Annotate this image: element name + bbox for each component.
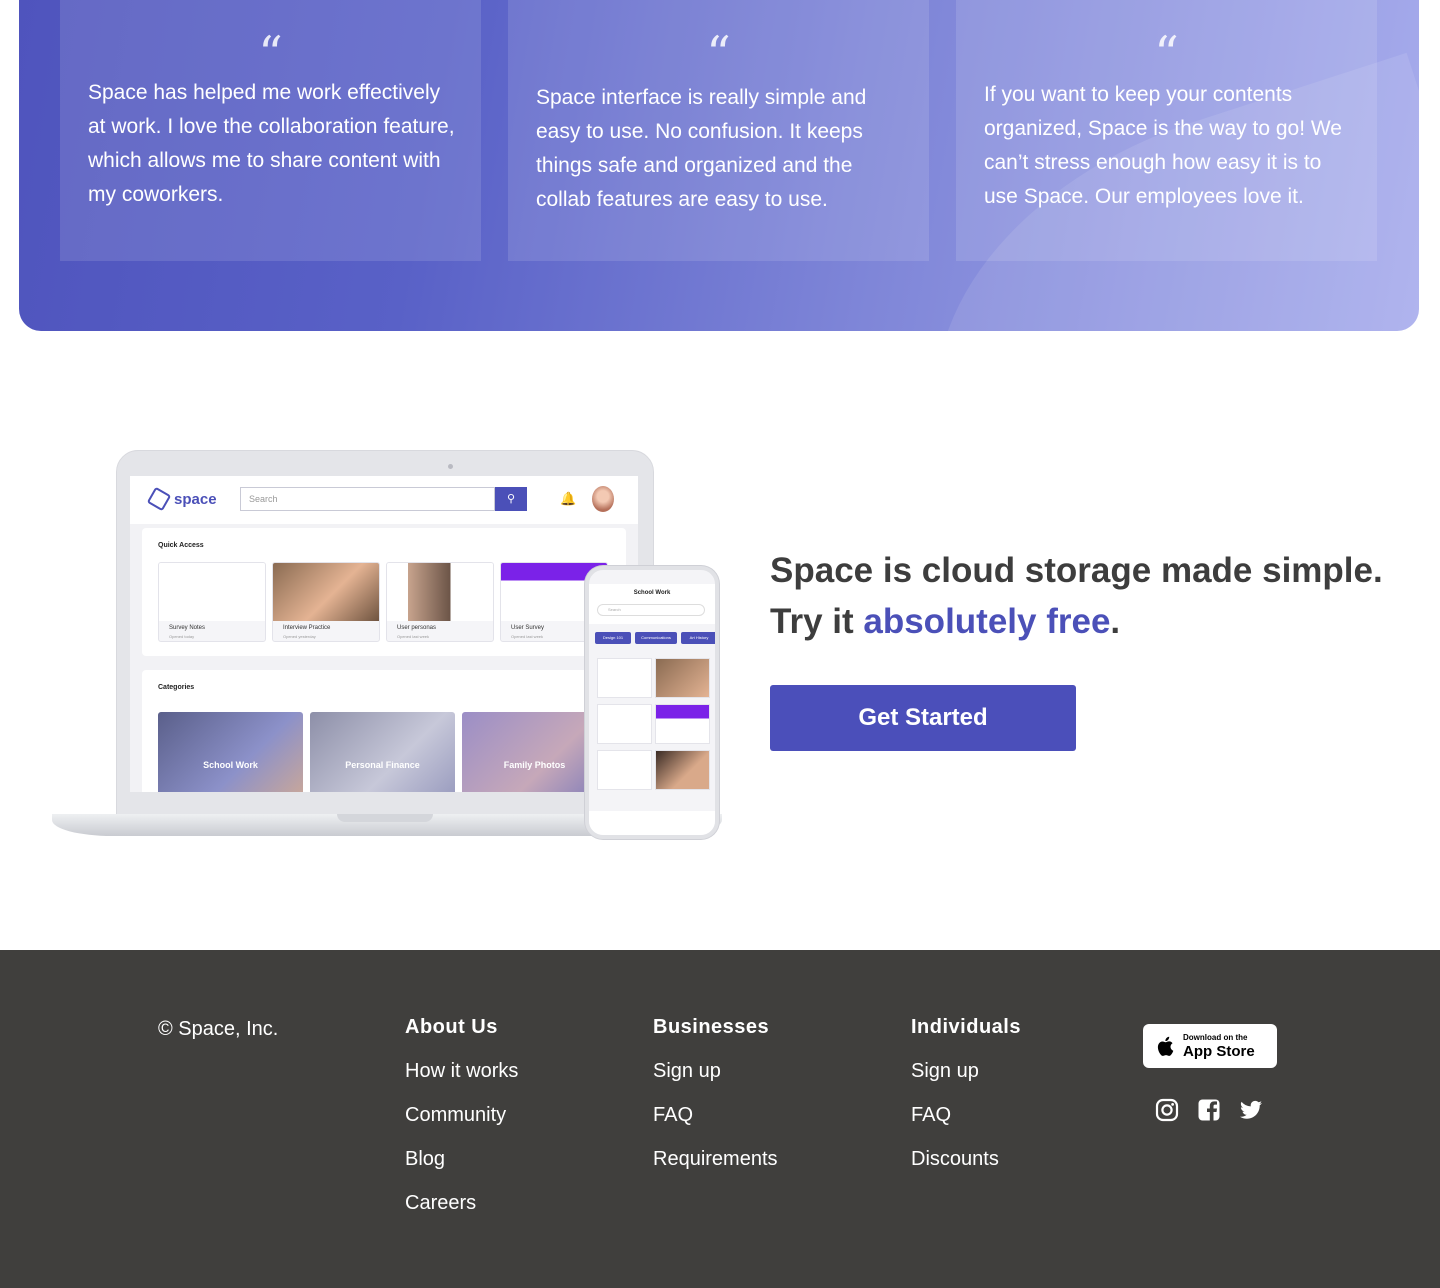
quick-access-label: User personas — [397, 625, 437, 631]
footer-link-business-sign-up[interactable]: Sign up — [653, 1060, 778, 1104]
footer-heading: Individuals — [911, 1016, 1021, 1038]
testimonial-role: Corporate Auditor — [60, 0, 481, 4]
cta-line1: Space is cloud storage made simple. — [770, 551, 1383, 590]
get-started-button[interactable]: Get Started — [770, 685, 1076, 751]
phone-file-tile — [597, 750, 652, 790]
app-search-input: Search — [240, 487, 495, 511]
testimonial-role: UX Designer — [508, 0, 929, 4]
phone-folder-tab: Communications — [635, 632, 677, 644]
avatar — [592, 486, 614, 512]
footer-link-discounts[interactable]: Discounts — [911, 1148, 1021, 1192]
category-label: Personal Finance — [345, 760, 420, 770]
quick-access-label: Survey Notes — [169, 625, 206, 631]
app-store-big-text: App Store — [1183, 1043, 1255, 1060]
phone-search: Search — [597, 604, 705, 616]
phone-file-tile — [655, 658, 710, 698]
phone-file-tile — [597, 704, 652, 744]
devices-mockup: space Search ⚲ 🔔 Quick Access Survey Not… — [52, 450, 722, 845]
testimonial-role: CEO of Simply Homemade, Inc. — [956, 0, 1377, 4]
facebook-icon[interactable] — [1197, 1098, 1221, 1122]
footer-link-individual-sign-up[interactable]: Sign up — [911, 1060, 1021, 1104]
phone-mockup: School Work Search Design 101 Communicat… — [585, 566, 719, 839]
twitter-icon[interactable] — [1239, 1098, 1263, 1122]
apple-icon — [1157, 1036, 1174, 1056]
footer-heading: Businesses — [653, 1016, 770, 1038]
category-label: School Work — [203, 760, 258, 770]
phone-folder-tab: Design 101 — [595, 632, 631, 644]
testimonial-card: UX Designer “ Space interface is really … — [508, 0, 929, 261]
quote-icon: “ — [706, 26, 731, 82]
document-thumbnail — [387, 563, 493, 621]
quote-icon: “ — [258, 26, 283, 82]
video-thumbnail — [273, 563, 379, 621]
document-thumbnail — [159, 563, 265, 621]
quick-access-label: User Survey — [511, 625, 545, 631]
footer-column-businesses: Businesses Sign up FAQ Requirements — [653, 1016, 778, 1192]
phone-file-tile — [597, 658, 652, 698]
cta-accent: absolutely free — [863, 602, 1111, 641]
footer-link-blog[interactable]: Blog — [405, 1148, 518, 1192]
app-logo: space — [146, 486, 217, 512]
footer: © Space, Inc. About Us How it works Comm… — [0, 950, 1440, 1288]
cta-suffix: . — [1110, 602, 1121, 641]
cube-icon — [146, 486, 172, 512]
laptop-notch — [337, 814, 433, 822]
quick-access-card: Survey Notes Opened today — [158, 562, 266, 642]
quick-access-sub: Opened last week — [397, 634, 430, 639]
phone-title: School Work — [633, 590, 671, 596]
testimonial-text: If you want to keep your contents organi… — [984, 83, 1342, 208]
testimonial-text: Space interface is really simple and eas… — [536, 86, 867, 211]
cta-prefix: Try it — [770, 602, 864, 641]
categories-title: Categories — [158, 684, 195, 691]
footer-link-community[interactable]: Community — [405, 1104, 518, 1148]
footer-link-how-it-works[interactable]: How it works — [405, 1060, 518, 1104]
phone-folder-tab: Art History — [681, 632, 715, 644]
quote-icon: “ — [1154, 26, 1179, 82]
quick-access-card: User personas Opened last week — [386, 562, 494, 642]
testimonial-card: CEO of Simply Homemade, Inc. “ If you wa… — [956, 0, 1377, 261]
testimonials-section: Corporate Auditor “ Space has helped me … — [19, 0, 1419, 331]
footer-heading: About Us — [405, 1016, 498, 1038]
category-card: Personal Finance — [310, 712, 455, 792]
footer-link-careers[interactable]: Careers — [405, 1192, 518, 1236]
laptop-screen: space Search ⚲ 🔔 Quick Access Survey Not… — [130, 476, 638, 792]
testimonial-text: Space has helped me work effectively at … — [88, 81, 455, 206]
bell-icon: 🔔 — [560, 491, 577, 506]
phone-file-tile — [655, 750, 710, 790]
footer-column-about: About Us How it works Community Blog Car… — [405, 1016, 518, 1236]
categories-panel: Categories School Work Personal Finance … — [142, 670, 626, 792]
app-header: space Search ⚲ 🔔 — [130, 476, 638, 524]
laptop-camera — [448, 464, 453, 469]
search-icon: ⚲ — [495, 487, 527, 511]
quick-access-sub: Opened today — [169, 634, 195, 639]
instagram-icon[interactable] — [1155, 1098, 1179, 1122]
cta-heading: Space is cloud storage made simple. Try … — [770, 545, 1390, 647]
app-logo-text: space — [174, 491, 217, 508]
quick-access-label: Interview Practice — [283, 625, 331, 631]
quick-access-sub: Opened last week — [511, 634, 544, 639]
phone-file-tile — [655, 704, 710, 744]
testimonial-card: Corporate Auditor “ Space has helped me … — [60, 0, 481, 261]
phone-bottom-nav — [589, 811, 715, 835]
footer-column-individuals: Individuals Sign up FAQ Discounts — [911, 1016, 1021, 1192]
copyright: © Space, Inc. — [158, 1018, 279, 1040]
quick-access-sub: Opened yesterday — [283, 634, 316, 639]
app-store-small-text: Download on the — [1183, 1033, 1248, 1042]
quick-access-panel: Quick Access Survey Notes Opened today I… — [142, 528, 626, 656]
app-store-badge[interactable]: Download on the App Store — [1143, 1024, 1277, 1068]
footer-link-requirements[interactable]: Requirements — [653, 1148, 778, 1192]
footer-link-individual-faq[interactable]: FAQ — [911, 1104, 1021, 1148]
quick-access-title: Quick Access — [158, 542, 204, 549]
quick-access-card: Interview Practice Opened yesterday — [272, 562, 380, 642]
category-card: School Work — [158, 712, 303, 792]
footer-link-business-faq[interactable]: FAQ — [653, 1104, 778, 1148]
